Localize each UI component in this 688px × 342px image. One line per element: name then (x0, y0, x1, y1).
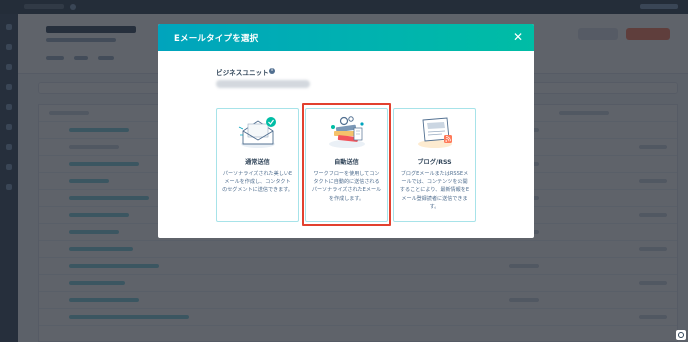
card-title: 通常送信 (245, 159, 270, 166)
email-type-card-blog-rss[interactable]: ブログ/RSS ブログEメールまたはRSSEメールでは、コンテンツを公開すること… (393, 108, 476, 222)
envelope-check-icon (238, 117, 276, 148)
close-icon[interactable]: ✕ (511, 30, 525, 44)
business-unit-value[interactable] (216, 80, 310, 88)
info-icon[interactable]: i (269, 68, 275, 74)
blog-rss-icon (418, 117, 452, 148)
card-title: ブログ/RSS (417, 159, 452, 166)
feedback-icon[interactable] (676, 330, 686, 340)
modal-title: Eメールタイプを選択 (174, 34, 259, 44)
modal-header: Eメールタイプを選択 ✕ (158, 24, 534, 51)
selection-highlight (302, 103, 391, 226)
card-description: パーソナライズされた美しいEメールを作成し、コンタクトのセグメントに送信できます… (222, 171, 293, 194)
email-type-card-regular[interactable]: 通常送信 パーソナライズされた美しいEメールを作成し、コンタクトのセグメントに送… (216, 108, 299, 222)
business-unit-label: ビジネスユニット (216, 69, 269, 77)
card-description: ブログEメールまたはRSSEメールでは、コンテンツを公開することにより、最新情報… (399, 171, 470, 210)
